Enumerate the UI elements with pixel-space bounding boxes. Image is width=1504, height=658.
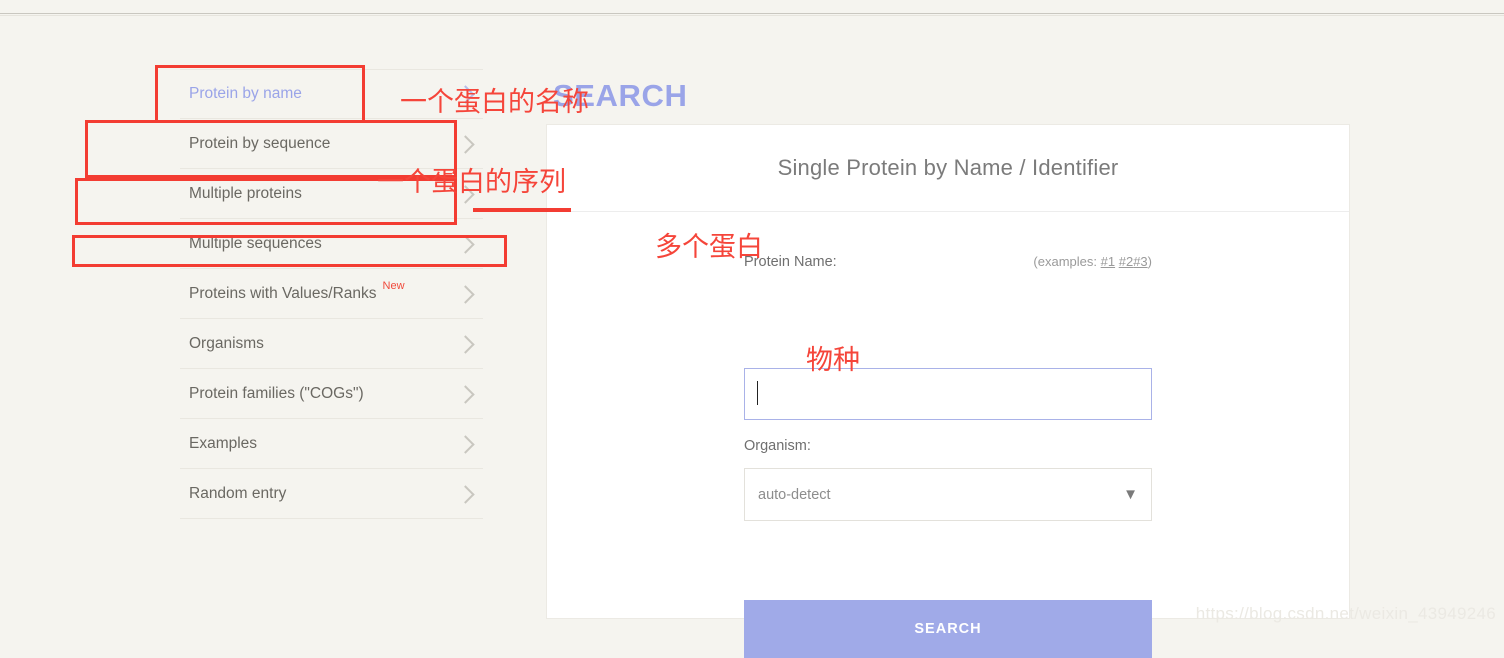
- protein-name-row: Protein Name: (examples: #1 #2#3): [744, 254, 1152, 270]
- top-divider: [0, 13, 1504, 14]
- sidebar-item-label: Protein by sequence: [189, 134, 331, 152]
- sidebar-item-organisms[interactable]: Organisms: [180, 319, 483, 369]
- protein-name-input[interactable]: [744, 368, 1152, 420]
- sidebar-item-protein-families-cogs[interactable]: Protein families ("COGs"): [180, 369, 483, 419]
- text-cursor: [757, 381, 758, 405]
- chevron-right-icon: [456, 184, 475, 204]
- caret-down-icon: ▼: [1123, 486, 1138, 503]
- example-link-2[interactable]: #2: [1119, 254, 1133, 269]
- search-options-sidebar: Protein by name Protein by sequence Mult…: [180, 69, 483, 519]
- examples-prefix: (examples:: [1033, 254, 1097, 269]
- examples-suffix: ): [1147, 254, 1152, 269]
- sidebar-item-random-entry[interactable]: Random entry: [180, 469, 483, 519]
- chevron-right-icon: [456, 134, 475, 154]
- card-header: Single Protein by Name / Identifier: [547, 125, 1349, 212]
- top-divider-shadow: [0, 15, 1504, 16]
- organism-select[interactable]: auto-detect ▼: [744, 468, 1152, 521]
- sidebar-item-label: Proteins with Values/Ranks: [189, 284, 377, 302]
- examples-links: (examples: #1 #2#3): [1033, 254, 1152, 269]
- sidebar-item-label: Multiple sequences: [189, 234, 322, 252]
- new-badge: New: [382, 280, 405, 292]
- watermark: https://blog.csdn.net/weixin_43949246: [1195, 604, 1496, 623]
- chevron-right-icon: [456, 484, 475, 504]
- sidebar-item-proteins-with-values-ranks[interactable]: Proteins with Values/Ranks New: [180, 269, 483, 319]
- search-form-card: Single Protein by Name / Identifier Prot…: [546, 124, 1350, 658]
- chevron-right-icon: [456, 284, 475, 304]
- chevron-right-icon: [456, 384, 475, 404]
- sidebar-item-label: Protein by name: [189, 85, 302, 102]
- example-link-1[interactable]: #1: [1101, 254, 1115, 269]
- protein-name-label: Protein Name:: [744, 254, 837, 270]
- sidebar-item-label: Organisms: [189, 334, 264, 352]
- search-button[interactable]: SEARCH: [744, 600, 1152, 658]
- sidebar-item-label: Multiple proteins: [189, 184, 302, 202]
- sidebar-item-multiple-sequences[interactable]: Multiple sequences: [180, 219, 483, 269]
- example-link-3[interactable]: #3: [1133, 254, 1147, 269]
- sidebar-item-protein-by-name[interactable]: Protein by name: [180, 69, 483, 119]
- chevron-right-icon: [456, 434, 475, 454]
- sidebar-item-label: Random entry: [189, 484, 287, 502]
- sidebar-item-protein-by-sequence[interactable]: Protein by sequence: [180, 119, 483, 169]
- sidebar-item-examples[interactable]: Examples: [180, 419, 483, 469]
- organism-label: Organism:: [744, 438, 811, 454]
- sidebar-item-label: Examples: [189, 434, 258, 452]
- sidebar-item-multiple-proteins[interactable]: Multiple proteins: [180, 169, 483, 219]
- chevron-right-icon: [456, 234, 475, 254]
- chevron-right-icon: [456, 85, 475, 104]
- organism-selected-value: auto-detect: [758, 486, 831, 503]
- page-title: SEARCH: [553, 78, 688, 113]
- card-title: Single Protein by Name / Identifier: [777, 155, 1119, 180]
- sidebar-item-label: Protein families ("COGs"): [189, 384, 364, 402]
- chevron-right-icon: [456, 334, 475, 354]
